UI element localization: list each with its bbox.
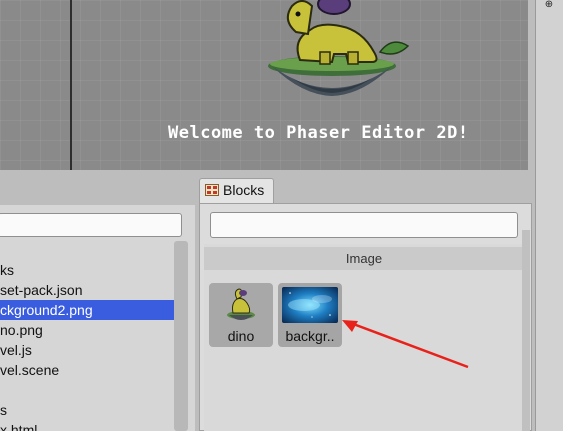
- block-label: dino: [227, 328, 255, 344]
- maximize-icon[interactable]: ⊕: [543, 0, 555, 10]
- scene-viewport[interactable]: Welcome to Phaser Editor 2D!: [0, 0, 528, 170]
- dino-thumbnail-icon: [213, 287, 269, 323]
- blocks-panel: Image dino backgr..: [199, 203, 532, 431]
- file-item[interactable]: ks: [0, 260, 174, 280]
- background-thumbnail-icon: [282, 287, 338, 323]
- blocks-icon: [205, 180, 219, 196]
- tab-blocks-label: Blocks: [223, 182, 265, 198]
- file-item[interactable]: no.png: [0, 320, 174, 340]
- blocks-filter-input[interactable]: [210, 212, 518, 238]
- block-item-background[interactable]: backgr..: [278, 283, 342, 347]
- scene-border-line: [70, 0, 72, 170]
- file-item[interactable]: set-pack.json: [0, 280, 174, 300]
- block-label: backgr..: [285, 328, 335, 344]
- editor-window: Welcome to Phaser Editor 2D! ⊕ ks set-pa…: [0, 0, 563, 431]
- blocks-viewer: Image dino backgr..: [204, 244, 524, 431]
- dino-sprite[interactable]: [262, 0, 412, 100]
- file-item-selected[interactable]: ckground2.png: [0, 300, 174, 320]
- file-item[interactable]: vel.scene: [0, 360, 174, 380]
- block-item-dino[interactable]: dino: [209, 283, 273, 347]
- right-sidebar-strip: [535, 0, 563, 431]
- section-header-image: Image: [204, 247, 524, 270]
- files-tree: ks set-pack.json ckground2.png no.png ve…: [0, 260, 174, 431]
- welcome-text: Welcome to Phaser Editor 2D!: [168, 123, 469, 143]
- file-item[interactable]: s: [0, 400, 174, 420]
- files-filter-input[interactable]: [0, 213, 182, 237]
- tab-blocks[interactable]: Blocks: [199, 178, 274, 203]
- files-panel: ks set-pack.json ckground2.png no.png ve…: [0, 205, 195, 431]
- file-item[interactable]: [0, 380, 174, 400]
- files-scrollbar[interactable]: [174, 241, 188, 431]
- blocks-scrollbar[interactable]: [522, 230, 530, 431]
- file-item[interactable]: vel.js: [0, 340, 174, 360]
- file-item[interactable]: x.html: [0, 420, 174, 431]
